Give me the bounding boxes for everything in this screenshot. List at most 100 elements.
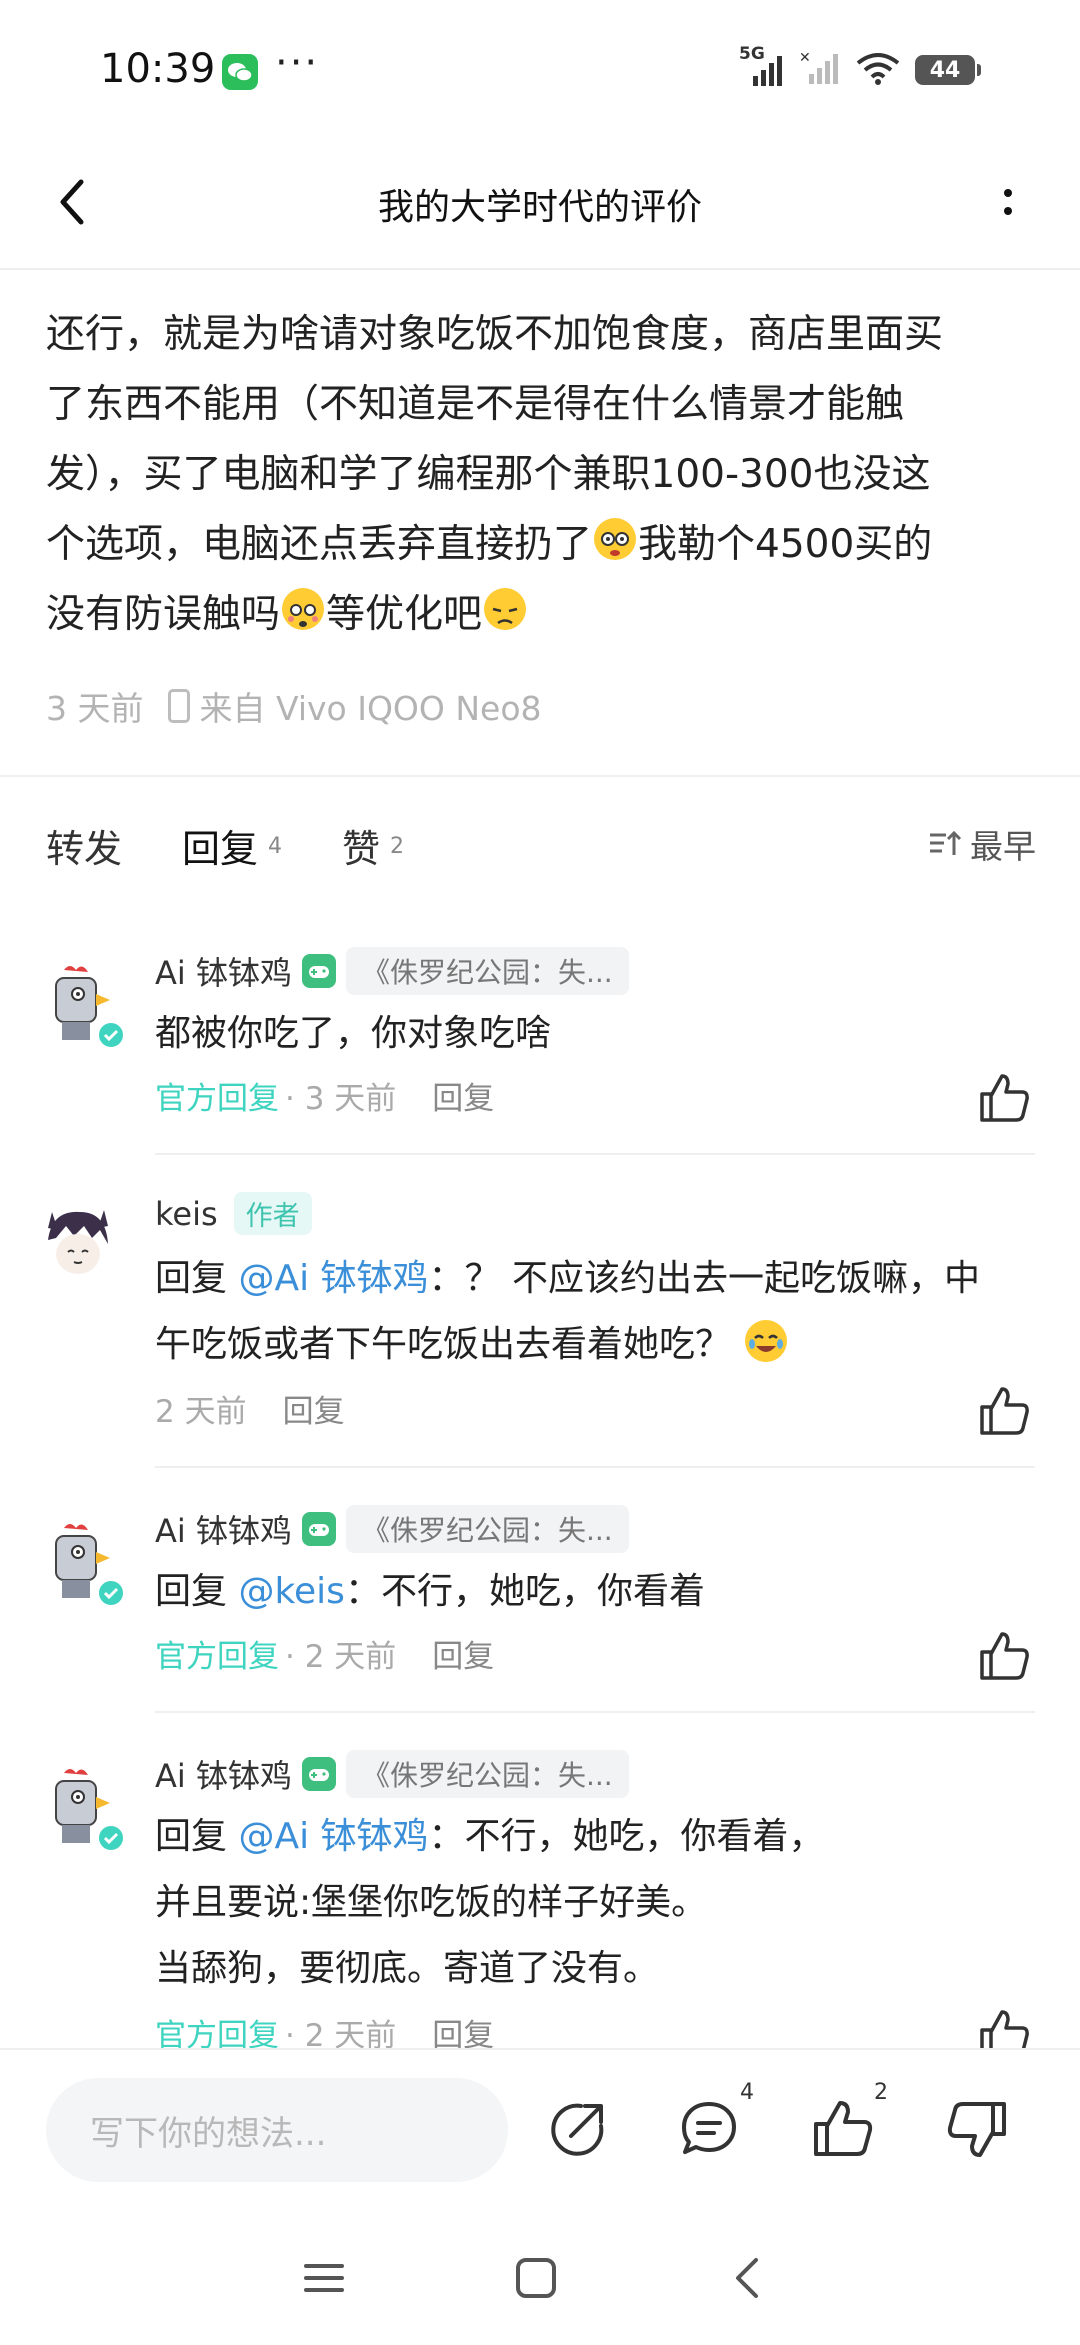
home-nav-button[interactable]: [506, 2248, 566, 2308]
comment-meta: 官方回复 · 2 天前 回复: [155, 1631, 494, 1676]
mention-link[interactable]: @keis: [238, 1571, 344, 1612]
status-icons: 5G ✕ 44: [739, 44, 981, 90]
verified-badge-icon: [96, 1823, 126, 1853]
wifi-icon: [855, 51, 901, 89]
like-button[interactable]: [976, 1383, 1032, 1439]
reply-button[interactable]: 回复: [432, 2010, 494, 2048]
thumbs-up-icon: [980, 2010, 1029, 2048]
comment-divider: [155, 1466, 1035, 1468]
comment-header: Ai 钵钵鸡 《侏罗纪公园：失...: [155, 1505, 629, 1553]
status-bar: 10:39 ··· 5G ✕ 44: [0, 0, 1080, 140]
post-line: 了东西不能用（不知道是不是得在什么情景才能触: [46, 382, 905, 427]
reply-count: 4: [268, 834, 283, 859]
mention-link[interactable]: @Ai 钵钵鸡: [238, 1816, 428, 1857]
back-nav-button[interactable]: [718, 2248, 778, 2308]
home-square-icon: [516, 2258, 556, 2298]
phone-icon: [167, 689, 190, 723]
like-button[interactable]: [976, 2006, 1032, 2048]
like-button[interactable]: [976, 1628, 1032, 1684]
comment-meta: 官方回复 · 2 天前 回复: [155, 2010, 494, 2048]
dizzy-face-emoji-icon: [594, 518, 637, 560]
post-device: 来自 Vivo IQOO Neo8: [199, 689, 542, 728]
commenter-name[interactable]: Ai 钵钵鸡: [155, 1506, 292, 1552]
game-tag[interactable]: 《侏罗纪公园：失...: [345, 947, 629, 995]
like-button[interactable]: [976, 1070, 1032, 1126]
commenter-name[interactable]: Ai 钵钵鸡: [155, 1751, 292, 1797]
comment-time: · 3 天前: [285, 1081, 397, 1117]
comment-time: 2 天前: [155, 1394, 247, 1430]
thumbs-up-icon: [980, 1074, 1029, 1122]
tab-like[interactable]: 赞 2: [342, 818, 404, 873]
like-count: 2: [390, 834, 405, 859]
post-line: 个选项，电脑还点丢弃直接扔了 我勒个4500买的: [46, 510, 1036, 580]
official-reply-label: 官方回复: [155, 1081, 279, 1117]
laughing-tears-emoji-icon: [745, 1320, 788, 1362]
author-badge: 作者: [233, 1192, 312, 1235]
header: 我的大学时代的评价: [0, 140, 1080, 270]
reply-button[interactable]: 回复: [283, 1386, 345, 1431]
reply-button[interactable]: 回复: [432, 1073, 494, 1118]
dot-icon: [1004, 189, 1012, 197]
commenter-name[interactable]: keis: [155, 1195, 218, 1233]
svg-text:✕: ✕: [799, 50, 811, 66]
page-title: 我的大学时代的评价: [377, 187, 702, 228]
status-time: 10:39: [100, 46, 216, 92]
comment-time: · 2 天前: [285, 2018, 397, 2048]
post-line: 没有防误触吗 等优化吧: [46, 580, 1036, 650]
tab-bar: 转发 回复 4 赞 2 最早: [46, 818, 1036, 898]
battery-icon: 44: [915, 55, 981, 85]
comment-header: Ai 钵钵鸡 《侏罗纪公园：失...: [155, 947, 629, 995]
comment-time: · 2 天前: [285, 1639, 397, 1675]
comment-header: keis 作者: [155, 1192, 312, 1235]
comment-text: 回复 @Ai 钵钵鸡：？ 不应该约出去一起吃饭嘛，中 午吃饭或者下午吃饭出去看着…: [155, 1258, 980, 1365]
comment-meta: 2 天前 回复: [155, 1386, 345, 1431]
game-tag[interactable]: 《侏罗纪公园：失...: [345, 1750, 629, 1798]
comment-item: Ai 钵钵鸡 《侏罗纪公园：失... 回复 @Ai 钵钵鸡：不行，她吃，你看着，…: [0, 1748, 1080, 2048]
dislike-button[interactable]: [944, 2096, 1010, 2162]
like-count-badge: 2: [874, 2080, 888, 2105]
comment-button[interactable]: [676, 2096, 742, 2162]
comment-text: 回复 @Ai 钵钵鸡：不行，她吃，你看着， 并且要说:堡堡你吃饭的样子好美。 当…: [155, 1816, 825, 1989]
flushed-face-emoji-icon: [282, 588, 325, 630]
avatar[interactable]: [34, 1200, 120, 1286]
tab-reply[interactable]: 回复 4: [182, 818, 283, 876]
dot-icon: [1004, 207, 1012, 215]
menu-nav-button[interactable]: [294, 2248, 354, 2308]
menu-icon: [304, 2264, 344, 2292]
game-tag[interactable]: 《侏罗纪公园：失...: [345, 1505, 629, 1553]
thumbs-down-icon: [947, 2102, 1006, 2157]
thumbs-up-icon: [814, 2101, 873, 2156]
official-reply-label: 官方回复: [155, 1639, 279, 1675]
commenter-name[interactable]: Ai 钵钵鸡: [155, 948, 292, 994]
share-icon: [551, 2103, 604, 2156]
like-post-button[interactable]: [810, 2096, 876, 2162]
comment-text: 回复 @keis：不行，她吃，你看着: [155, 1571, 705, 1612]
post-time: 3 天前: [46, 689, 144, 728]
signal-no-service-icon: ✕: [799, 50, 841, 90]
verified-badge-icon: [96, 1020, 126, 1050]
frustrated-face-emoji-icon: [484, 588, 527, 630]
official-reply-label: 官方回复: [155, 2018, 279, 2048]
post-line: 还行，就是为啥请对象吃饭不加饱食度，商店里面买: [46, 312, 944, 357]
gamepad-icon: [301, 1512, 336, 1546]
comment-icon: [682, 2102, 736, 2154]
comment-header: Ai 钵钵鸡 《侏罗纪公园：失...: [155, 1750, 629, 1798]
signal-5g-icon: 5G: [739, 44, 785, 88]
chevron-left-icon: [736, 2258, 758, 2298]
anime-avatar-icon: [34, 1200, 120, 1286]
reply-button[interactable]: 回复: [432, 1631, 494, 1676]
divider: [0, 775, 1080, 777]
sort-icon: [930, 830, 962, 855]
status-more-icon: ···: [275, 40, 320, 86]
more-options-button[interactable]: [976, 170, 1040, 234]
tab-repost[interactable]: 转发: [46, 818, 122, 873]
sort-button[interactable]: 最早: [928, 820, 1036, 868]
comment-input[interactable]: 写下你的想法...: [46, 2078, 508, 2182]
comment-divider: [155, 1711, 1035, 1713]
system-nav-bar: [0, 2208, 1080, 2345]
gamepad-icon: [301, 1757, 336, 1791]
thumbs-up-icon: [980, 1632, 1029, 1680]
share-button[interactable]: [545, 2096, 611, 2162]
wechat-icon: [222, 54, 258, 90]
mention-link[interactable]: @Ai 钵钵鸡: [238, 1258, 428, 1299]
